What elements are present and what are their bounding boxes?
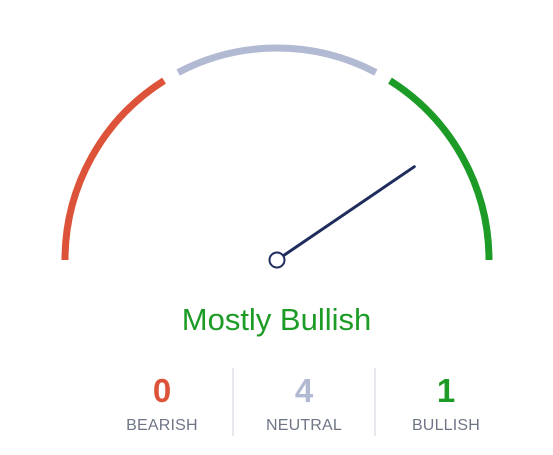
count-neutral-value: 4 [294,372,314,409]
gauge-needle [275,165,416,262]
sentiment-verdict: Mostly Bullish [181,302,372,337]
count-neutral: 4 NEUTRAL [232,368,374,436]
count-bearish-value: 0 [152,372,172,409]
count-neutral-label: NEUTRAL [265,417,343,434]
count-bullish-value: 1 [436,372,456,409]
count-bullish: 1 BULLISH [374,368,516,436]
gauge-arc-bullish [388,77,493,261]
count-bullish-label: BULLISH [411,417,481,434]
sentiment-gauge-widget: Mostly Bullish 0 BEARISH 4 NEUTRAL 1 BUL… [0,0,553,455]
count-bearish: 0 BEARISH [92,368,232,436]
sentiment-counts: 0 BEARISH 4 NEUTRAL 1 BULLISH [92,368,516,436]
gauge-needle-pivot [268,251,286,269]
gauge-arc-bearish [61,77,166,261]
sentiment-gauge [61,44,493,269]
gauge-arc-neutral [176,44,378,76]
count-bearish-label: BEARISH [126,417,198,434]
